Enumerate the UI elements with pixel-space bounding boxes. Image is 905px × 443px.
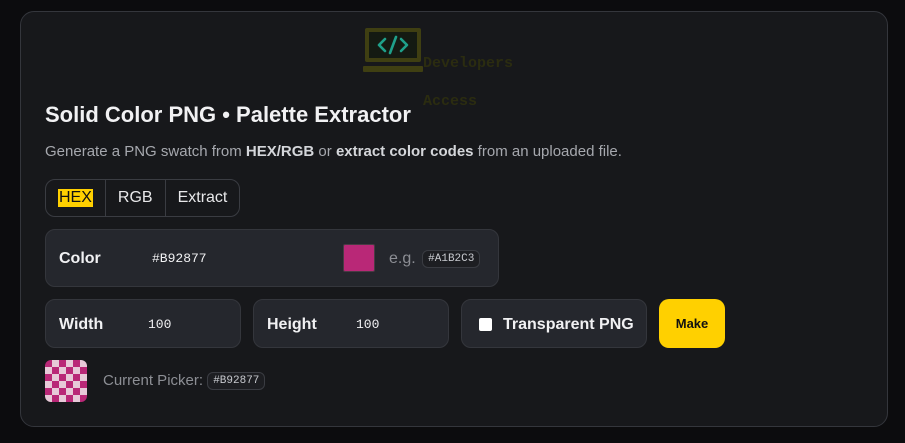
current-picker-code-chip: #B92877 bbox=[207, 372, 266, 391]
height-label: Height bbox=[267, 316, 317, 333]
width-field-panel: Width 100 bbox=[45, 299, 241, 348]
checker-cell bbox=[52, 388, 59, 395]
checker-cell bbox=[52, 360, 59, 367]
checker-cell bbox=[73, 381, 80, 388]
transparent-toggle-panel: Transparent PNG bbox=[461, 299, 647, 348]
checker-cell bbox=[80, 367, 87, 374]
checker-cell bbox=[59, 388, 66, 395]
checker-cell bbox=[59, 374, 66, 381]
current-picker-label: Current Picker: bbox=[103, 372, 204, 389]
checker-cell bbox=[66, 374, 73, 381]
checker-cell bbox=[66, 395, 73, 402]
checker-cell bbox=[66, 388, 73, 395]
checker-cell bbox=[45, 360, 52, 367]
page-subtitle: Generate a PNG swatch from HEX/RGB or ex… bbox=[45, 143, 622, 160]
checker-cell bbox=[66, 381, 73, 388]
checker-cell bbox=[73, 388, 80, 395]
height-input[interactable]: 100 bbox=[356, 317, 379, 332]
checker-cell bbox=[80, 381, 87, 388]
tab-hex[interactable]: HEX bbox=[46, 180, 106, 216]
color-swatch-picker[interactable] bbox=[343, 244, 375, 272]
checker-cell bbox=[45, 388, 52, 395]
height-field-panel: Height 100 bbox=[253, 299, 449, 348]
color-hex-input[interactable]: #B92877 bbox=[152, 251, 207, 266]
checker-cell bbox=[66, 367, 73, 374]
checker-cell bbox=[73, 374, 80, 381]
checker-cell bbox=[52, 381, 59, 388]
width-label: Width bbox=[59, 316, 104, 333]
make-button[interactable]: Make bbox=[659, 299, 725, 348]
checker-cell bbox=[66, 360, 73, 367]
page-title: Solid Color PNG • Palette Extractor bbox=[45, 102, 411, 127]
checkerboard-preview bbox=[45, 360, 87, 402]
logo-wordmark: Developers Access bbox=[423, 35, 513, 130]
checker-cell bbox=[52, 395, 59, 402]
color-example-hint: e.g. #A1B2C3 bbox=[389, 250, 481, 268]
checker-cell bbox=[59, 395, 66, 402]
width-input[interactable]: 100 bbox=[148, 317, 171, 332]
checker-cell bbox=[45, 374, 52, 381]
checker-cell bbox=[80, 374, 87, 381]
logo-line-1: Developers bbox=[422, 55, 513, 72]
checker-cell bbox=[73, 360, 80, 367]
tab-rgb[interactable]: RGB bbox=[106, 180, 166, 216]
logo-line-2: Access bbox=[422, 93, 477, 110]
checker-cell bbox=[45, 381, 52, 388]
example-code-chip: #A1B2C3 bbox=[422, 250, 481, 268]
tab-extract[interactable]: Extract bbox=[166, 180, 240, 216]
checker-cell bbox=[80, 388, 87, 395]
developers-access-logo: Developers Access bbox=[363, 26, 513, 110]
current-picker: Current Picker: #B92877 bbox=[103, 372, 266, 391]
checker-cell bbox=[73, 395, 80, 402]
checker-cell bbox=[73, 367, 80, 374]
monitor-code-icon bbox=[363, 26, 423, 74]
checker-cell bbox=[52, 374, 59, 381]
mode-tabs: HEX RGB Extract bbox=[45, 179, 241, 217]
checker-cell bbox=[59, 381, 66, 388]
checker-cell bbox=[59, 367, 66, 374]
transparent-checkbox[interactable] bbox=[479, 318, 492, 331]
checker-cell bbox=[52, 367, 59, 374]
color-label: Color bbox=[59, 250, 101, 267]
checker-cell bbox=[59, 360, 66, 367]
transparent-label: Transparent PNG bbox=[503, 316, 634, 333]
checker-cell bbox=[45, 367, 52, 374]
color-field-panel: Color #B92877 e.g. #A1B2C3 bbox=[45, 229, 499, 287]
